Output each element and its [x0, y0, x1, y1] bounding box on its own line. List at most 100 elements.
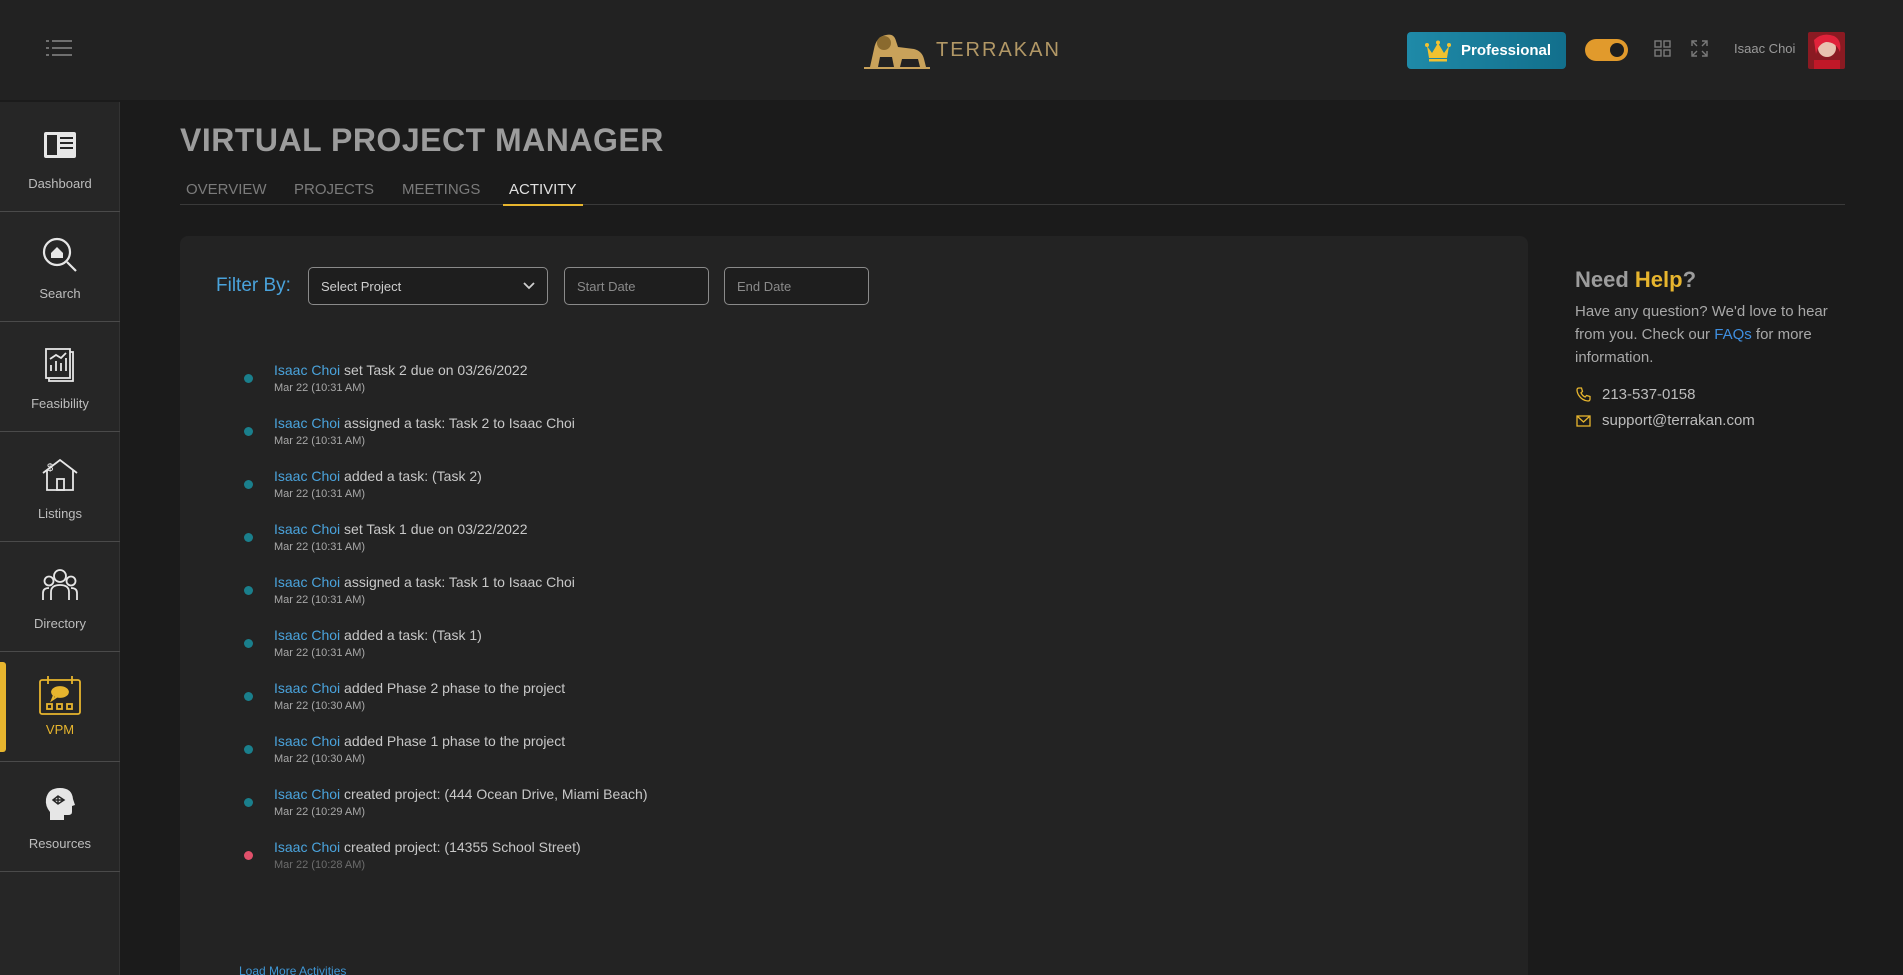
status-dot — [244, 374, 253, 383]
sidebar-item-label: Directory — [33, 616, 86, 631]
lion-logo-icon — [864, 34, 930, 69]
list-item: Isaac Choi created project: (14355 Schoo… — [244, 839, 944, 879]
help-title-suffix: ? — [1682, 267, 1697, 292]
sidebar-item-resources[interactable]: Resources — [0, 762, 120, 872]
faqs-link[interactable]: FAQs — [1714, 326, 1752, 343]
user-link[interactable]: Isaac Choi — [274, 362, 340, 378]
list-item: Isaac Choi added Phase 1 phase to the pr… — [244, 733, 944, 773]
load-more-activities-link[interactable]: Load More Activities — [239, 964, 346, 975]
page-title: VIRTUAL PROJECT MANAGER — [180, 122, 664, 158]
activity-text: Isaac Choi assigned a task: Task 1 to Is… — [274, 574, 575, 590]
end-date-input[interactable] — [724, 267, 869, 305]
sidebar-item-vpm[interactable]: VPM — [0, 652, 120, 762]
professional-plan-button[interactable]: Professional — [1407, 32, 1566, 69]
activity-text: Isaac Choi added a task: (Task 1) — [274, 627, 482, 643]
activity-description: added Phase 1 phase to the project — [344, 733, 566, 749]
activity-timestamp: Mar 22 (10:29 AM) — [274, 806, 366, 818]
sidebar: Dashboard Search Feasibility $ Listings … — [0, 102, 120, 975]
activity-description: added a task: (Task 2) — [344, 468, 482, 484]
list-item: Isaac Choi created project: (444 Ocean D… — [244, 786, 944, 826]
filter-label: Filter By: — [216, 275, 291, 296]
feasibility-report-icon — [44, 344, 76, 386]
activity-timestamp: Mar 22 (10:31 AM) — [274, 435, 366, 447]
sidebar-item-feasibility[interactable]: Feasibility — [0, 322, 120, 432]
dashboard-icon — [43, 124, 77, 166]
fullscreen-icon[interactable] — [1691, 40, 1708, 57]
status-dot — [244, 798, 253, 807]
sidebar-item-label: Feasibility — [31, 396, 89, 411]
sidebar-item-label: Dashboard — [28, 176, 92, 191]
brand-name: TERRAKAN — [936, 38, 1061, 61]
activity-timestamp: Mar 22 (10:30 AM) — [274, 700, 366, 712]
activity-description: added a task: (Task 1) — [344, 627, 482, 643]
activity-text: Isaac Choi added Phase 1 phase to the pr… — [274, 733, 565, 749]
sidebar-item-dashboard[interactable]: Dashboard — [0, 102, 120, 212]
activity-description: created project: (14355 School Street) — [344, 839, 581, 855]
user-link[interactable]: Isaac Choi — [274, 839, 340, 855]
activity-timestamp: Mar 22 (10:31 AM) — [274, 647, 366, 659]
user-link[interactable]: Isaac Choi — [274, 733, 340, 749]
activity-description: set Task 1 due on 03/22/2022 — [344, 521, 528, 537]
user-link[interactable]: Isaac Choi — [274, 627, 340, 643]
sidebar-item-label: Search — [39, 286, 81, 301]
list-item: Isaac Choi set Task 1 due on 03/22/2022 … — [244, 521, 944, 561]
user-link[interactable]: Isaac Choi — [274, 574, 340, 590]
user-name[interactable]: Isaac Choi — [1734, 41, 1795, 56]
sidebar-item-directory[interactable]: Directory — [0, 542, 120, 652]
head-brain-icon — [44, 784, 76, 826]
svg-text:$: $ — [47, 462, 53, 474]
status-dot — [244, 692, 253, 701]
theme-toggle[interactable] — [1585, 39, 1628, 61]
list-item: Isaac Choi set Task 2 due on 03/26/2022 … — [244, 362, 944, 402]
project-select[interactable]: Select Project — [308, 267, 548, 305]
email-address: support@terrakan.com — [1602, 412, 1755, 429]
user-link[interactable]: Isaac Choi — [274, 786, 340, 802]
top-bar: TERRAKAN Professional Isaac Choi — [0, 0, 1903, 100]
tab-activity[interactable]: ACTIVITY — [503, 181, 583, 206]
list-item: Isaac Choi assigned a task: Task 1 to Is… — [244, 574, 944, 614]
status-dot — [244, 427, 253, 436]
activity-description: added Phase 2 phase to the project — [344, 680, 566, 696]
activity-timestamp: Mar 22 (10:31 AM) — [274, 488, 366, 500]
user-link[interactable]: Isaac Choi — [274, 521, 340, 537]
status-dot — [244, 851, 253, 860]
activity-timestamp: Mar 22 (10:31 AM) — [274, 594, 366, 606]
activity-text: Isaac Choi assigned a task: Task 2 to Is… — [274, 415, 575, 431]
user-link[interactable]: Isaac Choi — [274, 680, 340, 696]
toggle-knob — [1610, 43, 1624, 57]
user-link[interactable]: Isaac Choi — [274, 468, 340, 484]
vpm-board-icon — [38, 674, 82, 716]
tab-overview[interactable]: OVERVIEW — [180, 181, 273, 204]
status-dot — [244, 639, 253, 648]
activity-text: Isaac Choi set Task 2 due on 03/26/2022 — [274, 362, 528, 378]
activity-timestamp: Mar 22 (10:31 AM) — [274, 541, 366, 553]
list-item: Isaac Choi added Phase 2 phase to the pr… — [244, 680, 944, 720]
sidebar-item-search[interactable]: Search — [0, 212, 120, 322]
sidebar-item-label: Listings — [37, 506, 83, 521]
avatar[interactable] — [1808, 32, 1845, 69]
phone-icon — [1575, 386, 1592, 403]
activity-text: Isaac Choi added Phase 2 phase to the pr… — [274, 680, 565, 696]
user-link[interactable]: Isaac Choi — [274, 415, 340, 431]
list-item: Isaac Choi assigned a task: Task 2 to Is… — [244, 415, 944, 455]
apps-grid-icon[interactable] — [1654, 40, 1671, 57]
project-select-value: Select Project — [321, 278, 402, 294]
list-item: Isaac Choi added a task: (Task 1) Mar 22… — [244, 627, 944, 667]
activity-description: assigned a task: Task 2 to Isaac Choi — [344, 415, 575, 431]
tab-projects[interactable]: PROJECTS — [288, 181, 380, 204]
activity-text: Isaac Choi set Task 1 due on 03/22/2022 — [274, 521, 528, 537]
tab-meetings[interactable]: MEETINGS — [396, 181, 486, 204]
status-dot — [244, 586, 253, 595]
phone-number: 213-537-0158 — [1602, 386, 1696, 403]
start-date-input[interactable] — [564, 267, 709, 305]
terrakan-logo[interactable]: TERRAKAN — [862, 28, 1061, 72]
activity-timestamp: Mar 22 (10:30 AM) — [274, 753, 366, 765]
contact-email[interactable]: support@terrakan.com — [1575, 412, 1755, 429]
contact-phone[interactable]: 213-537-0158 — [1575, 386, 1695, 403]
sidebar-item-listings[interactable]: $ Listings — [0, 432, 120, 542]
activity-text: Isaac Choi created project: (14355 Schoo… — [274, 839, 581, 855]
search-home-icon — [41, 234, 79, 276]
chevron-down-icon — [523, 282, 535, 290]
menu-list-icon[interactable] — [46, 38, 74, 58]
list-item: Isaac Choi added a task: (Task 2) Mar 22… — [244, 468, 944, 508]
